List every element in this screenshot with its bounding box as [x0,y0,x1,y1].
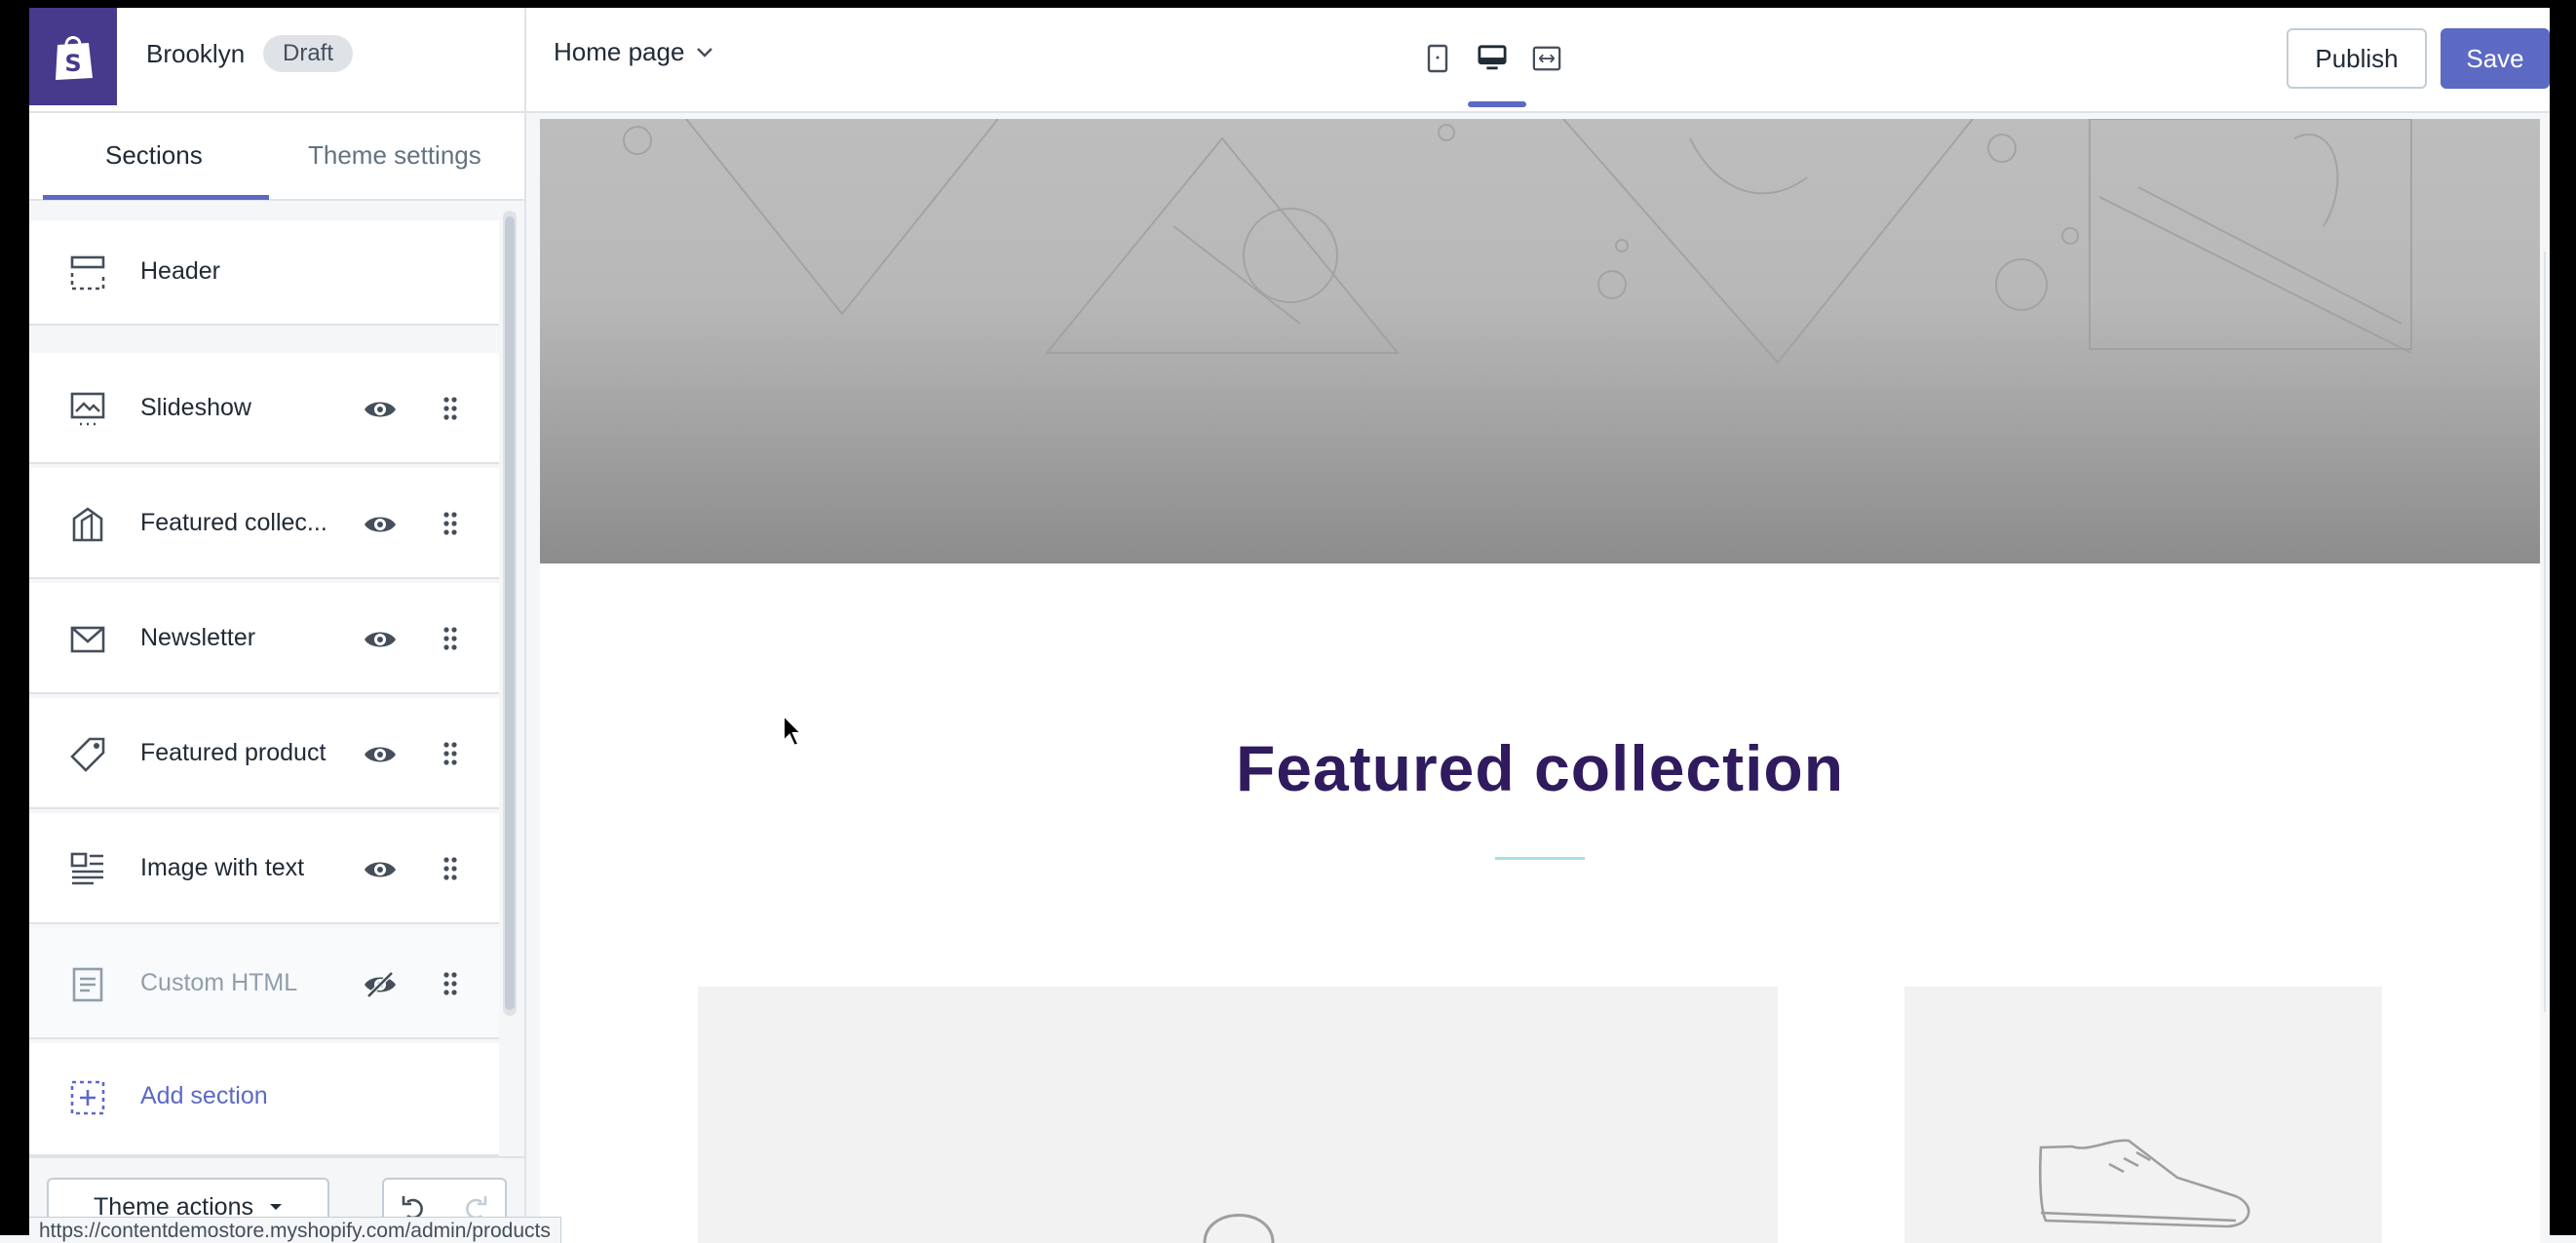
mouse-cursor-icon [783,714,804,748]
page-selector[interactable]: Home page [554,37,713,67]
preview-scrollbar[interactable] [2544,252,2546,1012]
mobile-view-icon [1427,44,1448,73]
section-item-header[interactable]: Header [29,220,499,326]
collection-card-2[interactable] [1904,987,2382,1243]
envelope-icon [70,626,105,653]
eye-icon[interactable] [363,396,398,423]
featured-collection-title: Featured collection [1235,732,1845,804]
shopify-logo[interactable]: S [29,8,117,105]
sidebar-tabs: Sections Theme settings [29,113,524,201]
sections-sidebar: Sections Theme settings Header Slideshow [29,113,524,1243]
add-section-button[interactable]: Add section [29,1043,499,1156]
document-icon [72,967,103,1002]
placeholder-image [1203,1214,1275,1243]
theme-editor-screen: S Brooklyn Draft Home page Publish Save … [0,8,2576,1243]
section-label: Featured product [140,739,327,766]
store-name: Brooklyn [146,39,246,68]
title-accent-line [1495,857,1585,860]
eye-icon[interactable] [363,626,398,653]
drag-handle-icon[interactable] [442,509,458,538]
slideshow-icon [70,392,105,426]
right-black-border [2550,0,2576,1235]
section-label: Image with text [140,854,305,881]
save-button[interactable]: Save [2441,28,2550,89]
section-item-featured-product[interactable]: Featured product [29,698,499,809]
store-preview: Featured collection [540,119,2540,1243]
slideshow-hero-image [540,119,2540,563]
status-url: https://contentdemostore.myshopify.com/a… [29,1217,561,1243]
fullscreen-view-icon [1532,46,1561,71]
section-item-newsletter[interactable]: Newsletter [29,583,499,694]
section-item-featured-collection[interactable]: Featured collec... [29,468,499,579]
section-item-image-with-text[interactable]: Image with text [29,813,499,924]
add-section-label: Add section [140,1082,268,1109]
image-text-icon [70,852,103,885]
shoe-placeholder-icon [2038,1139,2250,1228]
eye-icon[interactable] [363,511,398,538]
top-bar: S Brooklyn Draft Home page Publish Save [0,8,2576,113]
chevron-down-icon [697,47,713,58]
mobile-view-button[interactable] [1423,43,1452,74]
fullscreen-view-button[interactable] [1532,43,1561,74]
publish-button[interactable]: Publish [2287,28,2427,89]
left-black-border [0,0,29,1235]
desktop-view-icon [1478,45,1507,70]
svg-text:S: S [64,50,81,77]
eye-icon[interactable] [363,856,398,883]
shopify-bag-icon: S [56,36,93,80]
section-label: Custom HTML [140,969,298,996]
drag-handle-icon[interactable] [442,969,458,998]
tab-sections[interactable]: Sections [105,140,203,171]
sidebar-divider [524,8,526,1243]
draft-badge: Draft [263,35,354,72]
desktop-view-button[interactable] [1478,43,1507,74]
collection-card-1[interactable] [698,987,1778,1243]
active-view-indicator [1468,101,1526,107]
sidebar-scrollbar-thumb[interactable] [505,216,515,1010]
section-label: Newsletter [140,624,256,651]
drag-handle-icon[interactable] [442,624,458,653]
section-item-custom-html[interactable]: Custom HTML [29,928,499,1039]
add-section-icon [70,1080,105,1115]
drag-handle-icon[interactable] [442,854,458,883]
caret-down-icon [269,1204,282,1210]
collection-icon [72,507,103,542]
drag-handle-icon[interactable] [442,739,458,768]
view-switcher [1423,43,1561,74]
header-layout-icon [70,255,105,291]
tab-theme-settings[interactable]: Theme settings [308,140,481,171]
section-label: Header [140,257,220,285]
eye-icon[interactable] [363,741,398,768]
section-label: Featured collec... [140,509,327,536]
line-art-illustration [623,119,2412,365]
section-label: Slideshow [140,394,251,421]
drag-handle-icon[interactable] [442,394,458,423]
page-selector-label: Home page [554,37,685,66]
section-item-slideshow[interactable]: Slideshow [29,353,499,464]
eye-off-icon[interactable] [363,971,398,998]
tag-icon [70,737,105,772]
active-tab-indicator [43,195,269,200]
